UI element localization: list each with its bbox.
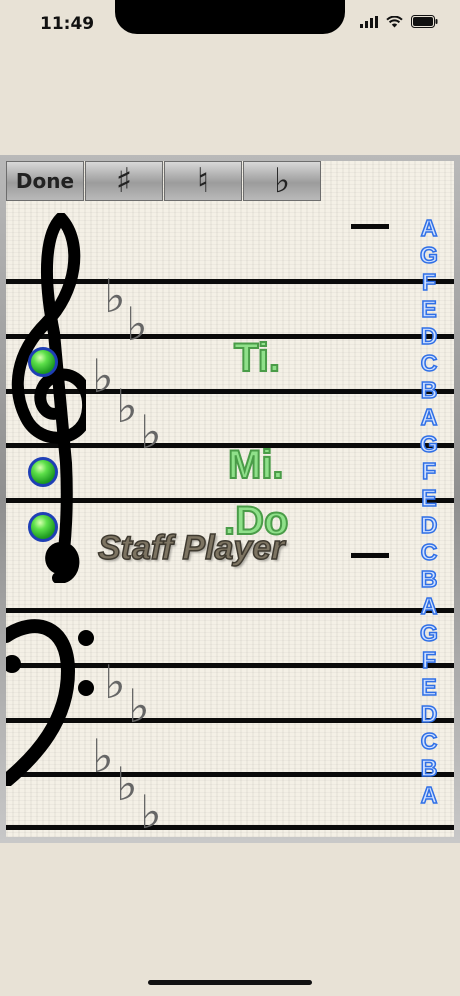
note-letter[interactable]: D [414, 513, 444, 538]
note-letter[interactable]: A [414, 216, 444, 241]
note-letter[interactable]: C [414, 729, 444, 754]
note-letter[interactable]: A [414, 405, 444, 430]
note-letter[interactable]: A [414, 594, 444, 619]
key-flat: ♭ [140, 405, 162, 459]
key-flat: ♭ [140, 785, 162, 837]
home-indicator[interactable] [148, 980, 312, 985]
note-letter[interactable]: E [414, 297, 444, 322]
note-letter[interactable]: F [414, 459, 444, 484]
key-flat: ♭ [104, 655, 126, 709]
key-flat: ♭ [128, 679, 150, 733]
key-flat: ♭ [92, 729, 114, 783]
flat-button[interactable]: ♭ [243, 161, 321, 201]
note-letter[interactable]: C [414, 351, 444, 376]
note-letter[interactable]: B [414, 567, 444, 592]
key-flat: ♭ [116, 757, 138, 811]
bass-clef-icon [6, 619, 94, 786]
note[interactable] [28, 457, 58, 487]
staff-frame: Done ♯ ♮ ♭ ♭ ♭ ♭ ♭ ♭ ♭ ♭ ♭ ♭ ♭ Ti. Mi. .… [0, 155, 460, 843]
wifi-icon [386, 15, 403, 27]
accidental-toolbar: Done ♯ ♮ ♭ [6, 161, 322, 203]
key-flat: ♭ [126, 297, 148, 351]
ledger-line-middle [351, 553, 389, 558]
note-letter[interactable]: F [414, 648, 444, 673]
key-flat: ♭ [92, 349, 114, 403]
solfege-label: Ti. [233, 335, 281, 381]
note-letter[interactable]: E [414, 486, 444, 511]
note-letter[interactable]: G [414, 243, 444, 268]
status-bar: 11:49 [0, 0, 460, 48]
bass-staff-line [6, 825, 454, 830]
note-letter[interactable]: G [414, 432, 444, 457]
note-letter[interactable]: D [414, 702, 444, 727]
note-letter[interactable]: E [414, 675, 444, 700]
key-flat: ♭ [116, 379, 138, 433]
status-time: 11:49 [40, 14, 95, 34]
device-notch [115, 0, 345, 34]
natural-button[interactable]: ♮ [164, 161, 242, 201]
battery-icon [411, 15, 438, 28]
status-icons [360, 15, 438, 28]
note[interactable] [28, 347, 58, 377]
note-letter[interactable]: B [414, 378, 444, 403]
note-letter[interactable]: B [414, 756, 444, 781]
key-flat: ♭ [104, 269, 126, 323]
sharp-button[interactable]: ♯ [85, 161, 163, 201]
bass-staff-line [6, 608, 454, 613]
staff-paper[interactable]: Done ♯ ♮ ♭ ♭ ♭ ♭ ♭ ♭ ♭ ♭ ♭ ♭ ♭ Ti. Mi. .… [6, 161, 454, 837]
signal-icon [360, 15, 378, 28]
done-button[interactable]: Done [6, 161, 84, 201]
note-letter[interactable]: G [414, 621, 444, 646]
ledger-line-top [351, 224, 389, 229]
note-letter[interactable]: C [414, 540, 444, 565]
staff-player-logo: Staff Player [97, 528, 285, 568]
note[interactable] [28, 512, 58, 542]
solfege-label: Mi. [227, 442, 285, 488]
note-letter[interactable]: F [414, 270, 444, 295]
note-letter[interactable]: D [414, 324, 444, 349]
note-letter[interactable]: A [414, 783, 444, 808]
